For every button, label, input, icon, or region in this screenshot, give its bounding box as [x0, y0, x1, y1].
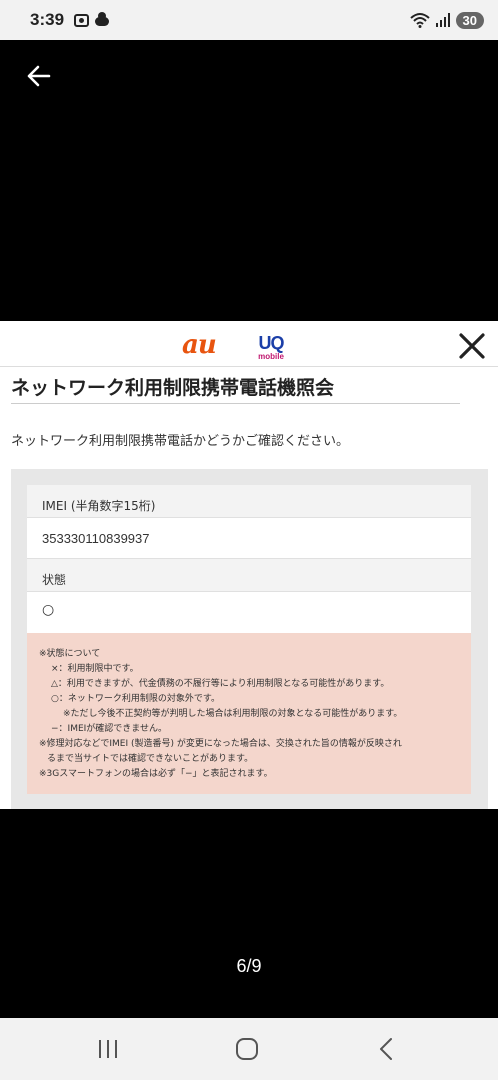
intro-text: ネットワーク利用制限携帯電話かどうかご確認ください。 — [11, 434, 350, 449]
status-bar: 3:39 30 — [0, 0, 498, 40]
uq-logo-text: UQ — [258, 333, 285, 353]
battery-badge: 30 — [455, 11, 484, 29]
status-notes: ※状態について ×：利用制限中です。 △：利用できますが、代金債務の不履行等によ… — [27, 633, 471, 794]
navigation-bar — [0, 1018, 498, 1080]
note-circle-sub: ※ただし今後不正契約等が判明した場合は利用制限の対象となる可能性があります。 — [63, 709, 403, 719]
status-label: 状態 — [27, 559, 471, 592]
note-dash: −：IMEIが確認できません。 — [51, 724, 168, 734]
signal-icon — [435, 13, 450, 27]
note-repair-1: ※修理対応などでIMEI (製造番号) が変更になった場合は、交換された旨の情報… — [39, 739, 402, 749]
result-panel: IMEI (半角数字15桁) 353330110839937 状態 ○ ※状態に… — [11, 469, 488, 809]
document-page: au UQ mobile ネットワーク利用制限携帯電話機照会 ネットワーク利用制… — [0, 321, 498, 809]
result-card: IMEI (半角数字15桁) 353330110839937 状態 ○ ※状態に… — [27, 485, 471, 794]
note-triangle: △：利用できますが、代金債務の不履行等により利用制限となる可能性があります。 — [51, 679, 390, 689]
nav-back-icon[interactable] — [375, 1037, 399, 1061]
imei-label: IMEI (半角数字15桁) — [27, 485, 471, 518]
note-circle: ○：ネットワーク利用制限の対象外です。 — [51, 694, 220, 704]
title-divider — [11, 403, 460, 404]
page-counter: 6/9 — [236, 956, 262, 976]
close-icon — [459, 333, 485, 359]
note-repair-2: るまで当サイトでは確認できないことがあります。 — [47, 754, 254, 764]
wifi-icon — [409, 13, 430, 28]
screen: 3:39 30 au UQ mobile ネットワーク利用制限携帯電話機照会 ネ… — [0, 0, 498, 1080]
recents-icon[interactable] — [97, 1039, 119, 1059]
notes-heading: ※状態について — [39, 649, 101, 659]
status-right-icons: 30 — [409, 11, 484, 29]
screenshot-icon — [74, 13, 90, 27]
au-logo: au — [182, 330, 217, 360]
uq-logo-subtext: mobile — [258, 352, 284, 361]
imei-value: 353330110839937 — [27, 518, 471, 559]
logo-header: au UQ mobile — [0, 321, 498, 367]
uq-mobile-logo: UQ mobile — [254, 334, 288, 361]
close-button[interactable] — [454, 329, 490, 363]
note-x: ×：利用制限中です。 — [51, 664, 139, 674]
status-left-icons — [74, 12, 110, 27]
status-value: ○ — [42, 602, 55, 618]
back-arrow-icon — [27, 65, 51, 87]
status-time: 3:39 — [30, 10, 65, 29]
back-button[interactable] — [20, 60, 56, 92]
cloud-icon — [95, 12, 110, 26]
home-icon[interactable] — [236, 1038, 258, 1060]
page-title: ネットワーク利用制限携帯電話機照会 — [11, 377, 335, 399]
note-3g: ※3Gスマートフォンの場合は必ず「−」と表記されます。 — [39, 769, 273, 779]
